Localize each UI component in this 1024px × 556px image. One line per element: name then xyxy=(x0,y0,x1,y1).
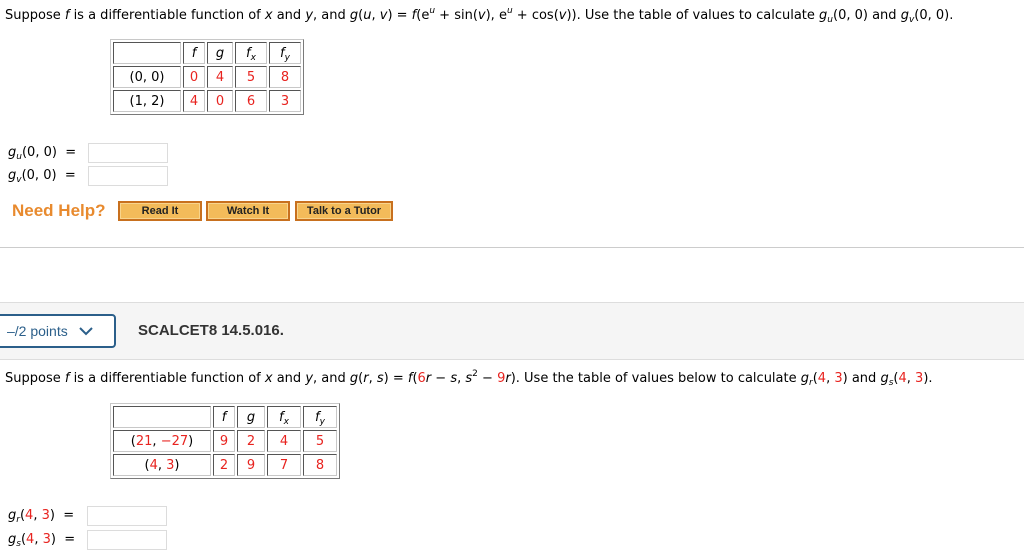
f-cell: 2 xyxy=(213,454,235,476)
chevron-down-icon xyxy=(78,327,93,336)
table-row: (21, −27) 9 2 4 5 xyxy=(113,430,337,452)
header-f: f xyxy=(183,42,205,64)
header-fy: fy xyxy=(303,406,337,428)
fx-cell: 4 xyxy=(267,430,301,452)
point-cell: (21, −27) xyxy=(113,430,211,452)
answer-input-gr[interactable] xyxy=(87,506,167,526)
table-row: (1, 2) 4 0 6 3 xyxy=(113,90,301,112)
fy-cell: 8 xyxy=(303,454,337,476)
g-cell: 4 xyxy=(207,66,233,88)
header-fy: fy xyxy=(269,42,301,64)
table-header-row: f g fx fy xyxy=(113,42,301,64)
section-divider xyxy=(0,247,1024,248)
question-2-prompt: Suppose f is a differentiable function o… xyxy=(5,369,933,388)
fx-cell: 7 xyxy=(267,454,301,476)
g-cell: 9 xyxy=(237,454,265,476)
question-id: SCALCET8 14.5.016. xyxy=(138,322,284,339)
fy-cell: 5 xyxy=(303,430,337,452)
f-cell: 9 xyxy=(213,430,235,452)
values-table-2: f g fx fy (21, −27) 9 2 4 5 (4, 3) 2 9 7… xyxy=(110,403,340,479)
fy-cell: 8 xyxy=(269,66,301,88)
answer-input-gv[interactable] xyxy=(88,166,168,186)
answer-input-gs[interactable] xyxy=(87,530,167,550)
point-cell: (1, 2) xyxy=(113,90,181,112)
g-cell: 0 xyxy=(207,90,233,112)
table-corner-cell xyxy=(113,406,211,428)
table-header-row: f g fx fy xyxy=(113,406,337,428)
header-fx: fx xyxy=(267,406,301,428)
need-help-label: Need Help? xyxy=(12,201,106,220)
header-f: f xyxy=(213,406,235,428)
read-it-button[interactable]: Read It xyxy=(118,201,202,221)
question-1-prompt: Suppose f is a differentiable function o… xyxy=(5,6,954,25)
fy-cell: 3 xyxy=(269,90,301,112)
answer-label-gs: gs(4, 3) = xyxy=(8,532,76,549)
header-g: g xyxy=(237,406,265,428)
answer-label-gv: gv(0, 0) = xyxy=(8,168,76,185)
header-g: g xyxy=(207,42,233,64)
points-label: –/2 points xyxy=(7,323,68,339)
table-row: (0, 0) 0 4 5 8 xyxy=(113,66,301,88)
point-cell: (0, 0) xyxy=(113,66,181,88)
answer-label-gu: gu(0, 0) = xyxy=(8,145,77,162)
g-cell: 2 xyxy=(237,430,265,452)
f-cell: 4 xyxy=(183,90,205,112)
fx-cell: 6 xyxy=(235,90,267,112)
f-cell: 0 xyxy=(183,66,205,88)
points-dropdown[interactable]: –/2 points xyxy=(0,314,116,348)
header-fx: fx xyxy=(235,42,267,64)
watch-it-button[interactable]: Watch It xyxy=(206,201,290,221)
values-table-1: f g fx fy (0, 0) 0 4 5 8 (1, 2) 4 0 6 3 xyxy=(110,39,304,115)
table-row: (4, 3) 2 9 7 8 xyxy=(113,454,337,476)
table-corner-cell xyxy=(113,42,181,64)
fx-cell: 5 xyxy=(235,66,267,88)
point-cell: (4, 3) xyxy=(113,454,211,476)
answer-input-gu[interactable] xyxy=(88,143,168,163)
talk-to-tutor-button[interactable]: Talk to a Tutor xyxy=(295,201,393,221)
answer-label-gr: gr(4, 3) = xyxy=(8,508,75,525)
